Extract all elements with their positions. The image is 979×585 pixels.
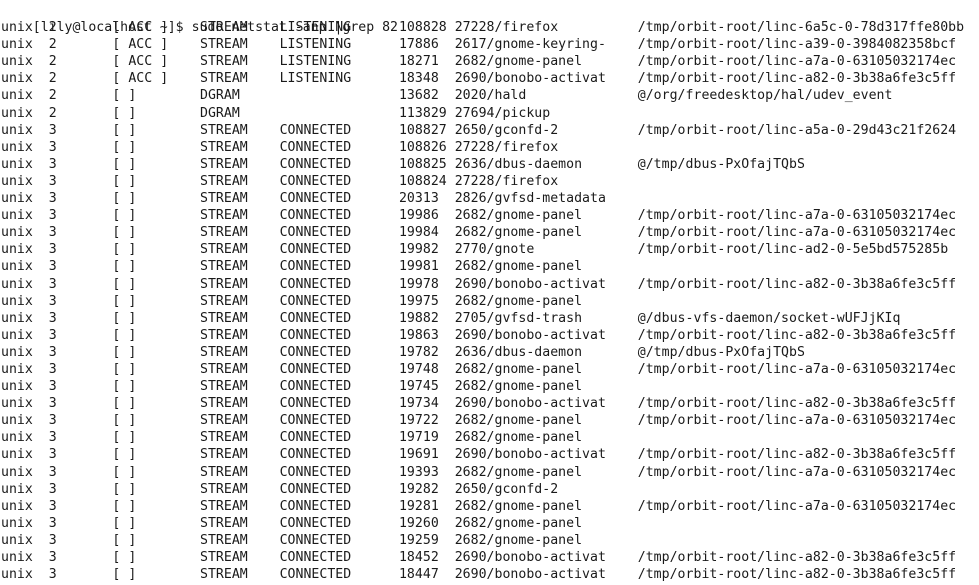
connection-row: unix 3 [ ] STREAM CONNECTED 19982 2770/g… [1,242,949,258]
command-prompt-line: [lily@localhost ~]$ sudo netstat -anp |g… [1,2,979,35]
connection-row: unix 3 [ ] STREAM CONNECTED 19978 2690/b… [1,276,957,292]
connection-row: unix 3 [ ] STREAM CONNECTED 19722 2682/g… [1,413,957,429]
connection-row: unix 3 [ ] STREAM CONNECTED 19984 2682/g… [1,225,957,241]
connection-row: unix 3 [ ] STREAM CONNECTED 19734 2690/b… [1,396,957,412]
netstat-output: unix 2 [ ACC ] STREAM LISTENING 108828 2… [1,19,979,583]
connection-row: unix 2 [ ACC ] STREAM LISTENING 18348 26… [1,71,957,87]
connection-row: unix 3 [ ] STREAM CONNECTED 108824 27228… [1,173,559,189]
connection-row: unix 3 [ ] STREAM CONNECTED 108825 2636/… [1,156,805,172]
connection-row: unix 3 [ ] STREAM CONNECTED 108827 2650/… [1,122,957,138]
connection-row: unix 3 [ ] STREAM CONNECTED 19863 2690/b… [1,327,957,343]
connection-row: unix 3 [ ] STREAM CONNECTED 18452 2690/b… [1,550,957,565]
terminal-window[interactable]: [lily@localhost ~]$ sudo netstat -anp |g… [0,0,979,585]
connection-row: unix 2 [ ] DGRAM 113829 27694/pickup [1,105,551,121]
connection-row: unix 3 [ ] STREAM CONNECTED 108826 27228… [1,139,559,155]
connection-row: unix 3 [ ] STREAM CONNECTED 19282 2650/g… [1,481,559,497]
connection-row: unix 2 [ ACC ] STREAM LISTENING 108828 2… [1,20,965,36]
connection-row: unix 3 [ ] STREAM CONNECTED 19260 2682/g… [1,515,583,531]
connection-row: unix 3 [ ] STREAM CONNECTED 19259 2682/g… [1,532,583,548]
connection-row: unix 3 [ ] STREAM CONNECTED 18447 2690/b… [1,567,957,583]
connection-row: unix 3 [ ] STREAM CONNECTED 19975 2682/g… [1,293,583,309]
connection-row: unix 3 [ ] STREAM CONNECTED 19393 2682/g… [1,464,957,480]
connection-row: unix 3 [ ] STREAM CONNECTED 19986 2682/g… [1,208,957,224]
connection-row: unix 2 [ ACC ] STREAM LISTENING 17886 26… [1,37,957,53]
connection-row: unix 3 [ ] STREAM CONNECTED 19691 2690/b… [1,447,957,463]
connection-row: unix 3 [ ] STREAM CONNECTED 19782 2636/d… [1,344,805,360]
connection-row: unix 3 [ ] STREAM CONNECTED 19748 2682/g… [1,361,957,377]
connection-row: unix 3 [ ] STREAM CONNECTED 19882 2705/g… [1,310,901,326]
connection-row: unix 3 [ ] STREAM CONNECTED 20313 2826/g… [1,191,606,207]
connection-row: unix 2 [ ACC ] STREAM LISTENING 18271 26… [1,54,957,70]
connection-row: unix 3 [ ] STREAM CONNECTED 19745 2682/g… [1,379,583,395]
connection-row: unix 2 [ ] DGRAM 13682 2020/hald @/org/f… [1,88,893,104]
connection-row: unix 3 [ ] STREAM CONNECTED 19981 2682/g… [1,259,583,275]
connection-row: unix 3 [ ] STREAM CONNECTED 19719 2682/g… [1,430,583,446]
connection-row: unix 3 [ ] STREAM CONNECTED 19281 2682/g… [1,498,957,514]
